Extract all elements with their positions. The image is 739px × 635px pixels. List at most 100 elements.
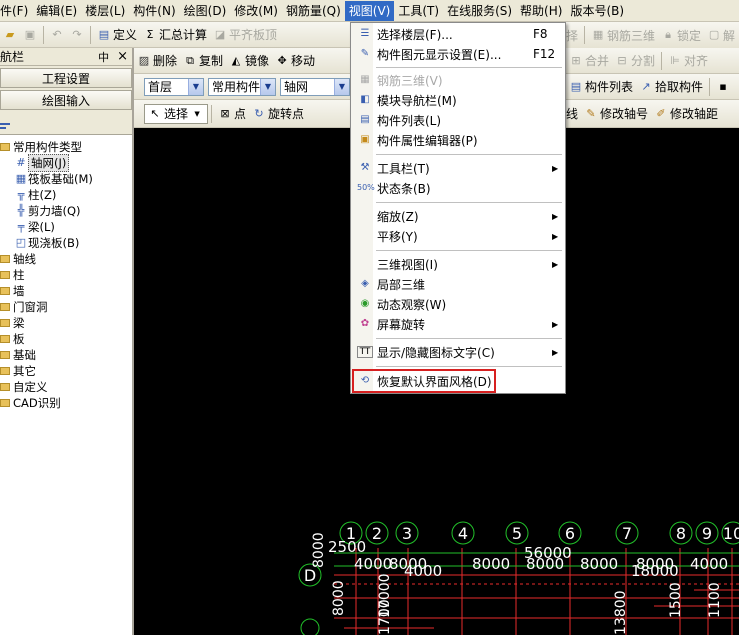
split-button[interactable]: ⊟ 分割	[612, 51, 658, 71]
define-button[interactable]: ▤ 定义	[94, 25, 140, 45]
tree-group-opening[interactable]: 门窗洞	[0, 299, 48, 315]
menu-rebar-quantity[interactable]: 钢筋量(Q)	[282, 1, 345, 21]
menu-edit[interactable]: 编辑(E)	[32, 1, 81, 21]
flat-slab-top-button[interactable]: ◪ 平齐板顶	[210, 25, 280, 45]
split-icon: ⊟	[617, 53, 627, 67]
dimension-text: 4000	[404, 562, 442, 580]
pick-component-button[interactable]: ↗ 拾取构件	[636, 77, 706, 97]
rotate-point-button[interactable]: ↻ 旋转点	[249, 104, 307, 124]
open-button[interactable]: ▰	[0, 25, 20, 45]
tree-item-cast-slab[interactable]: ◰ 现浇板(B)	[14, 235, 80, 251]
rebar-3d-button[interactable]: ▦ 钢筋三维	[588, 25, 658, 45]
menu-item-toggle-icon-text[interactable]: TT 显示/隐藏图标文字(C) ▶	[352, 342, 564, 362]
folder-icon	[0, 255, 10, 263]
menu-online-service[interactable]: 在线服务(S)	[443, 1, 516, 21]
collapse-icon[interactable]	[0, 123, 10, 125]
tree-group-slab[interactable]: 板	[0, 331, 25, 347]
axis-distance-icon: ✐	[656, 106, 666, 120]
tree-group-label: 轴线	[13, 252, 36, 266]
more-button[interactable]: ▪	[713, 77, 733, 97]
select-button-partial[interactable]: 择	[566, 25, 581, 45]
unlock-button[interactable]: ▢ 解	[704, 25, 738, 45]
drawing-input-button[interactable]: 绘图输入	[0, 90, 132, 110]
menu-version[interactable]: 版本号(B)	[566, 1, 628, 21]
tree-item-raft-foundation[interactable]: ▦ 筏板基础(M)	[14, 171, 93, 187]
tree-item-shear-wall[interactable]: ╬ 剪力墙(Q)	[14, 203, 81, 219]
axis-number: 5	[512, 524, 522, 543]
pin-icon[interactable]: 中	[98, 49, 109, 65]
component-item-select[interactable]: 轴网 ▼	[280, 77, 350, 96]
menu-item-property-editor[interactable]: ▣ 构件属性编辑器(P)	[352, 130, 564, 150]
menu-item-label: 缩放(Z)	[377, 209, 419, 224]
menu-floor[interactable]: 楼层(L)	[81, 1, 129, 21]
raft-icon: ▦	[15, 172, 27, 185]
lock-button[interactable]: 🔒︎ 锁定	[658, 25, 704, 45]
sum-calc-button[interactable]: Σ 汇总计算	[140, 25, 210, 45]
project-settings-button[interactable]: 工程设置	[0, 68, 132, 88]
menu-item-component-list[interactable]: ▤ 构件列表(L)	[352, 110, 564, 130]
column-icon: ╦	[17, 188, 25, 201]
dimension-text: 8000	[331, 580, 347, 616]
copy-button[interactable]: ⧉ 复制	[180, 51, 226, 71]
menu-item-rebar-3d[interactable]: ▦ 钢筋三维(V)	[352, 70, 564, 90]
floor-select[interactable]: 首层 ▼	[144, 77, 204, 96]
tree-item-axis-grid[interactable]: # 轴网(J)	[14, 154, 70, 172]
modify-axis-distance-button[interactable]: ✐ 修改轴距	[651, 104, 721, 124]
delete-button[interactable]: ▨ 删除	[134, 51, 180, 71]
tree-group-column[interactable]: 柱	[0, 267, 25, 283]
tree-group-custom[interactable]: 自定义	[0, 379, 48, 395]
tree-item-column[interactable]: ╦ 柱(Z)	[14, 187, 57, 203]
component-list-label: 构件列表	[585, 80, 634, 94]
list-icon: ▤	[570, 79, 582, 93]
tree-item-beam[interactable]: ╤ 梁(L)	[14, 219, 55, 235]
menu-item-zoom[interactable]: 缩放(Z) ▶	[352, 206, 564, 226]
modify-axis-number-button[interactable]: ✎ 修改轴号	[581, 104, 651, 124]
menu-item-screen-rotate[interactable]: ✿ 屏幕旋转 ▶	[352, 314, 564, 334]
folder-icon	[0, 383, 10, 391]
move-button[interactable]: ✥ 移动	[272, 51, 318, 71]
menu-modify[interactable]: 修改(M)	[230, 1, 282, 21]
menu-item-display-settings[interactable]: ✎ 构件图元显示设置(E)... F12	[352, 44, 564, 64]
redo-button[interactable]: ↷	[67, 25, 87, 45]
layers-icon: ☰	[360, 28, 370, 39]
line-button[interactable]: 线	[566, 104, 581, 124]
tree-group-wall[interactable]: 墙	[0, 283, 25, 299]
menu-item-module-nav[interactable]: ◧ 模块导航栏(M)	[352, 90, 564, 110]
dimension-text: 4000	[354, 555, 392, 573]
component-type-select[interactable]: 常用构件 ▼	[208, 77, 276, 96]
menu-component[interactable]: 构件(N)	[129, 1, 179, 21]
close-icon[interactable]: ×	[117, 49, 128, 64]
menu-item-3d-view[interactable]: 三维视图(I) ▶	[352, 254, 564, 274]
menu-separator	[376, 366, 562, 367]
menu-help[interactable]: 帮助(H)	[516, 1, 566, 21]
component-list-button[interactable]: ▤ 构件列表	[566, 77, 636, 97]
tree-group-other[interactable]: 其它	[0, 363, 36, 379]
menu-item-dynamic-orbit[interactable]: ◉ 动态观察(W)	[352, 294, 564, 314]
menu-draw[interactable]: 绘图(D)	[180, 1, 231, 21]
save-button[interactable]: ▣	[20, 25, 40, 45]
tree-group-cad-recognition[interactable]: CAD识别	[0, 395, 61, 411]
select-mode-button[interactable]: ↖ 选择 ▼	[144, 103, 209, 124]
toolbar-separator	[584, 26, 586, 44]
menu-item-select-floor[interactable]: ☰ 选择楼层(F)... F8	[352, 24, 564, 44]
toolbar-selectors-right: ▤ 构件列表 ↗ 拾取构件 ▪	[566, 74, 739, 100]
menu-item-local-3d[interactable]: ◈ 局部三维	[352, 274, 564, 294]
undo-button[interactable]: ↶	[47, 25, 67, 45]
menu-file[interactable]: 件(F)	[0, 1, 32, 21]
point-button[interactable]: ⊠ 点	[215, 104, 249, 124]
align-button[interactable]: ⊫ 对齐	[665, 51, 711, 71]
tree-group-foundation[interactable]: 基础	[0, 347, 36, 363]
project-settings-label: 工程设置	[41, 71, 90, 86]
line-label: 线	[566, 107, 579, 121]
tree-node-common-types[interactable]: 常用构件类型	[0, 139, 82, 155]
menu-item-pan[interactable]: 平移(Y) ▶	[352, 226, 564, 246]
menu-tools[interactable]: 工具(T)	[394, 1, 443, 21]
menu-item-statusbar[interactable]: 50% 状态条(B)	[352, 178, 564, 198]
mirror-button[interactable]: ◭ 镜像	[226, 51, 272, 71]
menu-item-toolbar[interactable]: ⚒ 工具栏(T) ▶	[352, 158, 564, 178]
submenu-arrow-icon: ▶	[552, 231, 559, 241]
tree-group-axis[interactable]: 轴线	[0, 251, 36, 267]
tree-group-beam[interactable]: 梁	[0, 315, 25, 331]
menu-view[interactable]: 视图(V)	[344, 0, 395, 21]
merge-button[interactable]: ⊞ 合并	[566, 51, 612, 71]
